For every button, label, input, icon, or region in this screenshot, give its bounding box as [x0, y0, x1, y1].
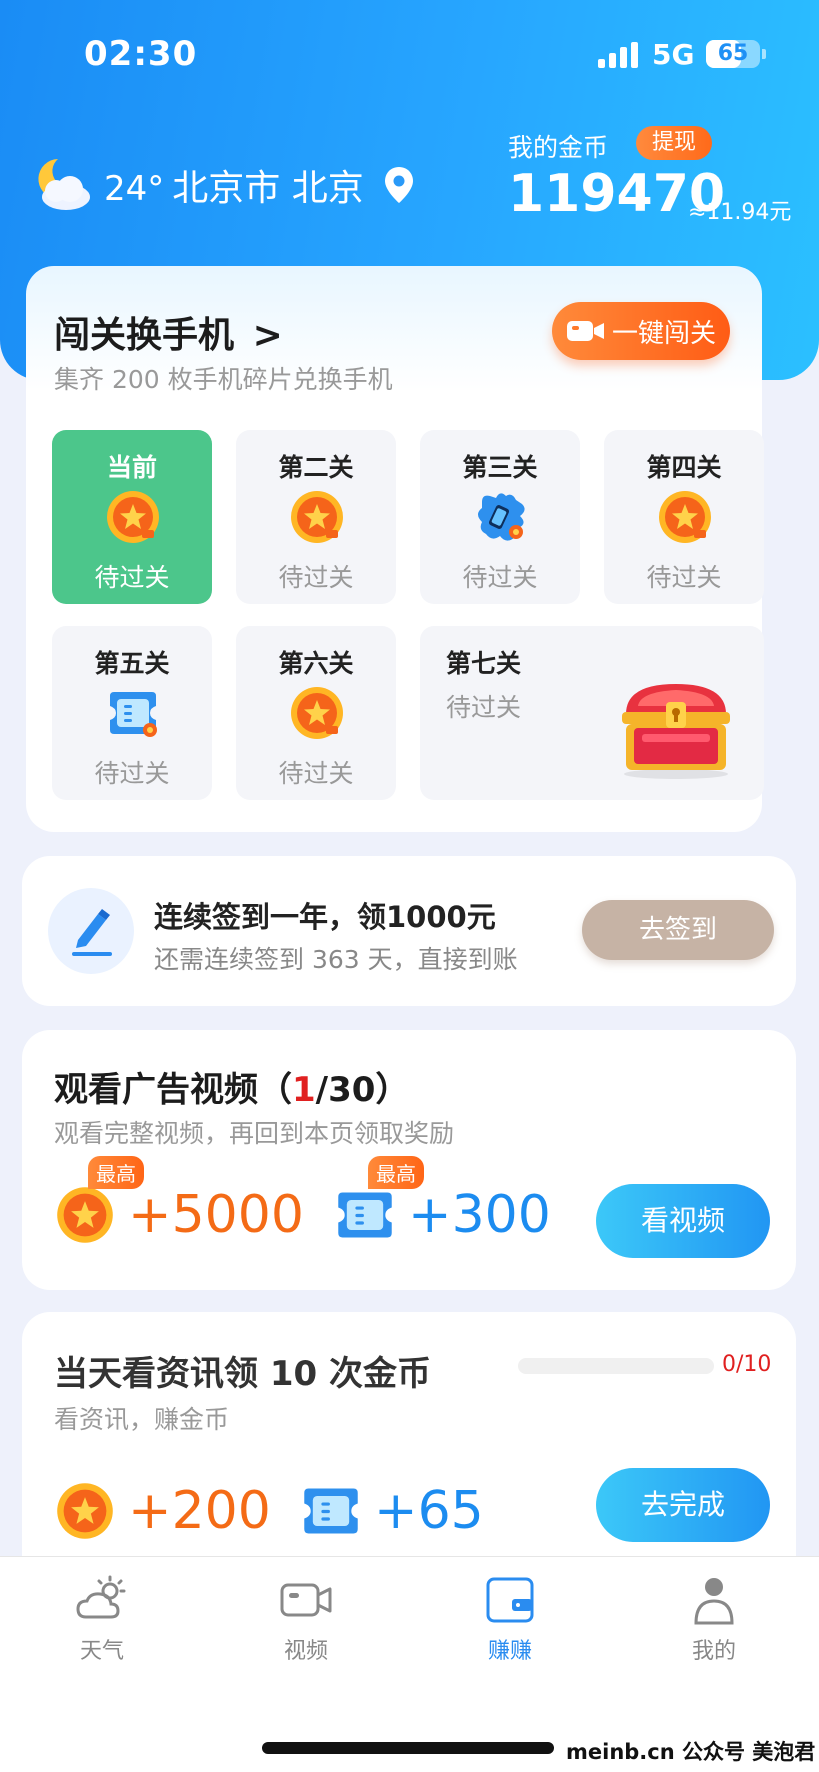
- temperature: 24°: [104, 169, 165, 209]
- weather-icon: [76, 1575, 126, 1619]
- watermark-text: meinb.cn 公众号 美泡君: [566, 1740, 816, 1764]
- level-status: 待过关: [278, 563, 354, 592]
- level-status: 待过关: [462, 563, 538, 592]
- ticket-icon: [338, 1192, 392, 1238]
- ad-video-title: 观看广告视频（1/30）: [54, 1062, 409, 1111]
- tab-label: 我的: [691, 1639, 736, 1664]
- coin-icon: [291, 491, 343, 543]
- ticket-reward-value: +65: [374, 1481, 484, 1541]
- battery-level: 65: [717, 41, 749, 66]
- tab-video[interactable]: 视频: [246, 1557, 366, 1667]
- profile-icon: [694, 1578, 734, 1625]
- level-name: 第五关: [94, 649, 170, 678]
- challenge-card: 闯关换手机 > 集齐 200 枚手机碎片兑换手机 一键闯关 当前 待过关 第二关…: [26, 266, 764, 832]
- coin-icon: [107, 491, 159, 543]
- phone-fragment-icon: [478, 493, 525, 541]
- coins-label: 我的金币: [508, 133, 609, 162]
- challenge-subtitle: 集齐 200 枚手机碎片兑换手机: [54, 365, 393, 394]
- tab-earn[interactable]: 赚赚: [450, 1557, 570, 1667]
- one-key-challenge-label: 一键闯关: [611, 318, 716, 349]
- video-camera-icon: [566, 321, 604, 341]
- level-status: 待过关: [446, 693, 522, 722]
- watch-video-button[interactable]: 看视频: [596, 1184, 770, 1258]
- ad-video-card: 观看广告视频（1/30） 观看完整视频，再回到本页领取奖励 最高 +5000 最…: [22, 1030, 796, 1290]
- coin-icon: [57, 1483, 113, 1539]
- complete-task-button[interactable]: 去完成: [596, 1468, 770, 1542]
- weather-text: 24° 北京市 北京: [104, 159, 364, 211]
- network-label: 5G: [652, 38, 695, 71]
- tab-profile[interactable]: 我的: [654, 1557, 774, 1667]
- level-status: 待过关: [94, 759, 170, 788]
- coin-reward: +200: [54, 1476, 271, 1546]
- battery-tip: [762, 49, 766, 59]
- signin-title: 连续签到一年，领1000元: [154, 900, 496, 934]
- news-task-title: 当天看资讯领 10 次金币: [54, 1354, 431, 1394]
- level-name: 当前: [106, 453, 157, 482]
- level-name: 第三关: [462, 453, 538, 482]
- ticket-icon: [110, 692, 157, 737]
- signin-subtitle: 还需连续签到 363 天，直接到账: [154, 945, 518, 974]
- level-status: 待过关: [646, 563, 722, 592]
- ad-video-subtitle: 观看完整视频，再回到本页领取奖励: [54, 1119, 455, 1148]
- ticket-reward: 最高 +300: [334, 1156, 551, 1250]
- coin-icon: [659, 491, 711, 543]
- level-name: 第二关: [278, 453, 354, 482]
- city-name: 北京市 北京: [172, 168, 364, 209]
- one-key-challenge-button[interactable]: 一键闯关: [552, 302, 730, 360]
- status-bar: 02:30 5G 65: [0, 0, 819, 110]
- signin-card: 连续签到一年，领1000元 还需连续签到 363 天，直接到账 去签到: [22, 856, 796, 1006]
- news-progress-text: 0/10: [722, 1352, 772, 1377]
- video-icon: [280, 1583, 332, 1617]
- level-5[interactable]: 第五关 待过关: [52, 626, 212, 800]
- ticket-reward: +65: [300, 1476, 484, 1546]
- coin-reward: 最高 +5000: [54, 1156, 304, 1250]
- coins-cash-value: ≈11.94元: [688, 200, 792, 225]
- moon-cloud-icon: [32, 153, 96, 217]
- pen-icon: [48, 888, 134, 974]
- signin-button[interactable]: 去签到: [582, 900, 774, 960]
- tab-label: 视频: [283, 1639, 328, 1664]
- challenge-title-text: 闯关换手机: [54, 315, 235, 356]
- ad-title-prefix: 观看广告视频（: [54, 1070, 292, 1110]
- level-3[interactable]: 第三关 待过关: [420, 430, 580, 604]
- level-name: 第七关: [446, 649, 522, 678]
- weather-location[interactable]: 24° 北京市 北京: [32, 150, 416, 220]
- coin-reward-value: +5000: [128, 1185, 304, 1245]
- wallet-icon: [486, 1577, 534, 1623]
- level-1[interactable]: 当前 待过关: [52, 430, 212, 604]
- news-progress-bar: [518, 1358, 714, 1374]
- max-badge: 最高: [88, 1156, 144, 1189]
- ad-title-suffix: /30）: [315, 1070, 410, 1110]
- withdraw-button[interactable]: 提现: [636, 126, 713, 160]
- level-2[interactable]: 第二关 待过关: [236, 430, 396, 604]
- coin-reward-value: +200: [128, 1481, 271, 1541]
- level-status: 待过关: [278, 759, 354, 788]
- level-7[interactable]: 第七关 待过关: [420, 626, 764, 800]
- status-time: 02:30: [84, 34, 198, 74]
- location-pin-icon[interactable]: [382, 165, 416, 205]
- ticket-icon: [304, 1488, 358, 1534]
- level-6[interactable]: 第六关 待过关: [236, 626, 396, 800]
- coin-balance: 我的金币 提现 119470 ≈11.94元: [508, 126, 791, 225]
- level-name: 第四关: [646, 453, 722, 482]
- tab-weather[interactable]: 天气: [42, 1557, 162, 1667]
- battery-icon: 65: [706, 40, 760, 68]
- level-name: 第六关: [278, 649, 354, 678]
- tab-label: 天气: [79, 1639, 124, 1664]
- ticket-reward-value: +300: [408, 1185, 551, 1245]
- level-4[interactable]: 第四关 待过关: [604, 430, 764, 604]
- level-status: 待过关: [94, 563, 170, 592]
- treasure-chest-icon: [622, 684, 730, 779]
- signal-icon: [598, 42, 642, 68]
- home-indicator[interactable]: [262, 1742, 554, 1754]
- chevron-right-icon: >: [252, 315, 283, 356]
- coin-icon: [291, 687, 343, 739]
- max-badge: 最高: [368, 1156, 424, 1189]
- news-task-subtitle: 看资讯，赚金币: [54, 1405, 230, 1434]
- coin-icon: [57, 1187, 113, 1243]
- challenge-title[interactable]: 闯关换手机 >: [54, 306, 283, 358]
- tab-label: 赚赚: [487, 1639, 532, 1664]
- ad-watched-count: 1: [292, 1070, 316, 1110]
